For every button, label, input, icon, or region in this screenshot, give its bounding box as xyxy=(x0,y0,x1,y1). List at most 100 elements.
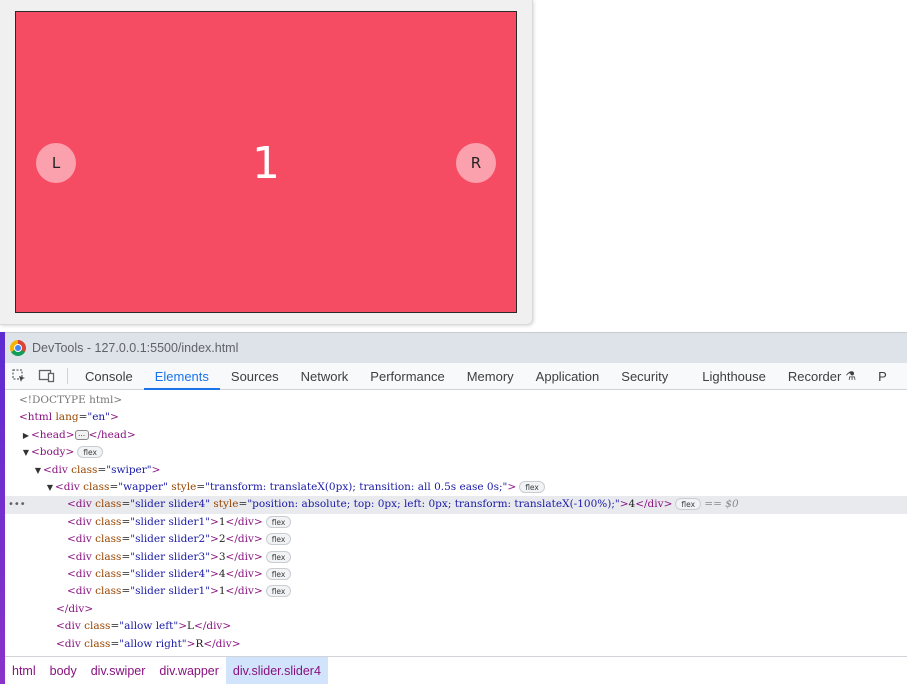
tab-security[interactable]: Security xyxy=(610,363,679,389)
tag-div: <div xyxy=(67,533,92,546)
dom-node-head[interactable]: ▶ <head>… </head> xyxy=(5,427,907,444)
tag-div: <div xyxy=(43,463,68,476)
attr-value: "allow right" xyxy=(119,637,187,650)
flex-badge[interactable]: flex xyxy=(77,446,103,459)
tab-network[interactable]: Network xyxy=(290,363,360,389)
flex-badge[interactable]: flex xyxy=(265,568,292,580)
breadcrumb-slider4[interactable]: div.slider.slider4 xyxy=(225,657,328,684)
flex-badge[interactable]: flex xyxy=(675,498,702,511)
attr-value: "slider slider4" xyxy=(130,498,211,511)
tag-div-close: </div> xyxy=(225,550,263,563)
attr-name: class xyxy=(95,568,122,580)
attr-name: class xyxy=(95,498,122,511)
ellipsis-button[interactable]: … xyxy=(74,429,89,440)
dom-node-close[interactable]: </div> xyxy=(5,601,907,618)
attr-value: "slider slider4" xyxy=(130,568,211,580)
dom-node-allow-left[interactable]: <div class="allow left">L</div> xyxy=(5,618,907,635)
devtools-title: DevTools - 127.0.0.1:5500/index.html xyxy=(32,341,239,355)
tag-div: <div xyxy=(67,585,92,598)
swiper: 1 L R xyxy=(15,11,517,313)
prev-slide-button[interactable]: L xyxy=(36,143,76,183)
tag-div: <div xyxy=(67,568,92,580)
tag-div-close: </div> xyxy=(225,533,263,546)
dom-node-body[interactable]: ▼ <body> flex xyxy=(5,444,907,461)
dom-node-slider[interactable]: <div class="slider slider4">4</div> flex xyxy=(5,566,907,583)
attr-name: class xyxy=(84,620,111,633)
tag-head: <head> xyxy=(31,428,75,441)
tag-div: <div xyxy=(67,498,92,511)
attr-value: "allow left" xyxy=(119,620,179,633)
breadcrumb-html[interactable]: html xyxy=(5,657,43,684)
collapse-arrow-icon[interactable]: ▼ xyxy=(21,444,31,461)
tag-div: <div xyxy=(56,620,81,633)
device-toolbar-icon[interactable] xyxy=(33,363,61,389)
dom-node-allow-right[interactable]: <div class="allow right">R</div> xyxy=(5,636,907,653)
attr-value: "wapper" xyxy=(118,481,168,493)
dom-node-slider[interactable]: <div class="slider slider3">3</div> flex xyxy=(5,549,907,566)
dom-node-html[interactable]: <html lang="en"> xyxy=(5,409,907,426)
flex-badge[interactable]: flex xyxy=(519,481,545,493)
attr-name: class xyxy=(95,550,122,563)
next-slide-button[interactable]: R xyxy=(456,143,496,183)
flex-badge[interactable]: flex xyxy=(265,585,292,598)
tab-lighthouse[interactable]: Lighthouse xyxy=(691,363,777,389)
tag-div: <div xyxy=(67,515,92,528)
dom-node-slider[interactable]: <div class="slider slider1">1</div> flex xyxy=(5,583,907,600)
breadcrumb-body[interactable]: body xyxy=(43,657,84,684)
dom-node-swiper[interactable]: ▼ <div class="swiper"> xyxy=(5,462,907,479)
breadcrumb-swiper[interactable]: div.swiper xyxy=(84,657,153,684)
tag-div-close: </div> xyxy=(203,637,241,650)
tab-performance[interactable]: Performance xyxy=(359,363,455,389)
expand-arrow-icon[interactable]: ▶ xyxy=(21,427,31,444)
dom-node-slider[interactable]: <div class="slider slider1">1</div> flex xyxy=(5,514,907,531)
attr-value: "slider slider1" xyxy=(130,515,211,528)
attr-value: "slider slider3" xyxy=(130,550,211,563)
attr-name: class xyxy=(95,533,122,546)
node-text: 3 xyxy=(218,550,226,563)
elements-panel: <!DOCTYPE html> <html lang="en"> ▶ <head>… xyxy=(5,390,907,655)
toolbar-separator xyxy=(67,368,68,384)
tag-div-close: </div> xyxy=(225,568,263,580)
flex-badge[interactable]: flex xyxy=(265,533,292,546)
dom-node-slider[interactable]: <div class="slider slider2">2</div> flex xyxy=(5,531,907,548)
node-text: L xyxy=(187,620,195,633)
tab-sources[interactable]: Sources xyxy=(220,363,290,389)
dom-node-doctype[interactable]: <!DOCTYPE html> xyxy=(5,392,907,409)
dom-node-selected[interactable]: ••• <div class="slider slider4" style="po… xyxy=(5,496,907,514)
collapse-arrow-icon[interactable]: ▼ xyxy=(33,462,43,479)
attr-value: "swiper" xyxy=(106,463,152,476)
flex-badge[interactable]: flex xyxy=(265,550,292,563)
tag-div-close: </div> xyxy=(635,498,673,511)
tag-head-close: </head> xyxy=(88,428,136,441)
attr-name: lang xyxy=(55,411,79,424)
tab-application[interactable]: Application xyxy=(525,363,611,389)
devtools-window: DevTools - 127.0.0.1:5500/index.html Con… xyxy=(5,332,907,684)
attr-name: class xyxy=(95,585,122,598)
tab-recorder[interactable]: Recorder ⚗ xyxy=(777,363,867,389)
doctype-text: <!DOCTYPE html> xyxy=(19,394,123,406)
collapse-arrow-icon[interactable]: ▼ xyxy=(45,479,55,496)
tab-memory[interactable]: Memory xyxy=(456,363,525,389)
flex-badge[interactable]: flex xyxy=(265,515,292,528)
tag-div: <div xyxy=(55,481,80,493)
attr-name: class xyxy=(95,515,122,528)
dom-node-wapper[interactable]: ▼ <div class="wapper" style="transform: t… xyxy=(5,479,907,496)
node-text: 4 xyxy=(218,568,226,580)
attr-value: "en" xyxy=(87,411,111,424)
browser-page-window: 1 L R xyxy=(0,0,533,325)
inspect-element-icon[interactable] xyxy=(5,363,33,389)
breadcrumb-wapper[interactable]: div.wapper xyxy=(152,657,226,684)
attr-value: "slider slider1" xyxy=(130,585,211,598)
tag-div: <div xyxy=(67,550,92,563)
node-text: 1 xyxy=(218,585,226,598)
attr-name: class xyxy=(83,481,110,493)
tab-performance-insights[interactable]: P xyxy=(867,363,898,389)
tab-elements[interactable]: Elements xyxy=(143,363,221,390)
devtools-tabbar: Console Elements Sources Network Perform… xyxy=(5,363,907,390)
tag-div-close: </div> xyxy=(56,602,94,615)
tab-console[interactable]: Console xyxy=(74,363,144,389)
more-actions-icon[interactable]: ••• xyxy=(8,496,26,513)
tag-body: <body> xyxy=(31,446,75,459)
attr-name: class xyxy=(71,463,98,476)
devtools-titlebar: DevTools - 127.0.0.1:5500/index.html xyxy=(5,333,907,363)
